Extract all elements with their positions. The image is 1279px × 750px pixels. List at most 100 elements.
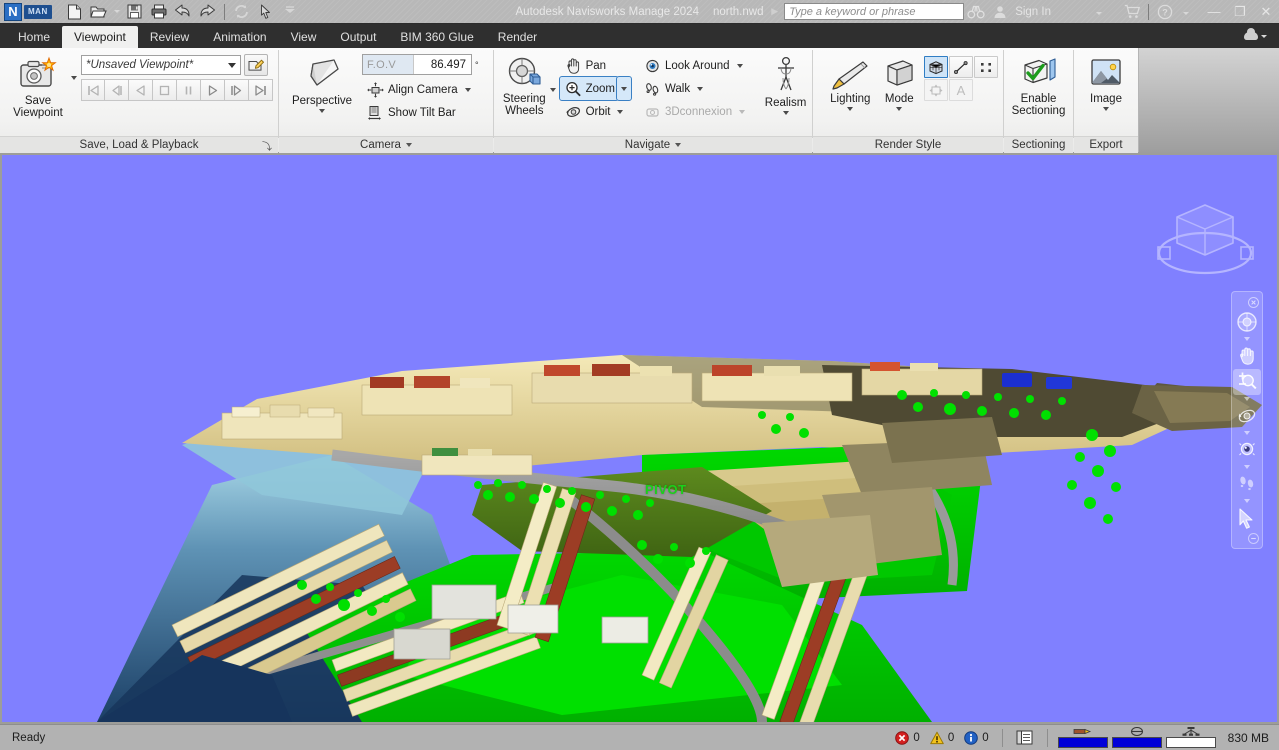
lighting-dropdown-caret [847, 107, 854, 111]
enable-sectioning-button[interactable]: Enable Sectioning [1009, 52, 1068, 117]
title-bar: N MAN Autodesk Navisworks Manage 2024 no… [0, 0, 1279, 24]
cloud-services-button[interactable] [1238, 28, 1273, 42]
fov-label: F.O.V [363, 55, 413, 74]
help-caret[interactable] [1177, 7, 1195, 17]
question-mark-icon[interactable]: ? [1153, 1, 1177, 23]
customize-qat-caret[interactable] [279, 2, 301, 22]
tab-viewpoint[interactable]: Viewpoint [62, 26, 138, 48]
reverse-play-button[interactable] [129, 79, 153, 101]
open-dropdown-caret[interactable] [112, 2, 122, 22]
minimize-button[interactable]: — [1201, 0, 1227, 24]
navbar-close-icon[interactable] [1248, 297, 1259, 308]
edit-viewpoint-icon[interactable] [244, 54, 268, 76]
panel-title-navigate[interactable]: Navigate [494, 136, 812, 153]
navbar-zoom[interactable] [1233, 369, 1261, 395]
navbar-look-around-caret[interactable] [1244, 463, 1250, 471]
steering-wheels-button[interactable]: Steering Wheels [499, 52, 550, 117]
navigation-bar [1231, 291, 1263, 549]
tab-bim360glue[interactable]: BIM 360 Glue [388, 26, 485, 48]
web-progress [1165, 727, 1216, 748]
fov-input[interactable]: F.O.V 86.497 [362, 54, 472, 75]
surfaces-icon[interactable] [924, 56, 948, 78]
image-export-button[interactable]: Image [1079, 52, 1133, 111]
navbar-select[interactable] [1233, 505, 1261, 531]
navbar-look-around[interactable] [1233, 437, 1261, 463]
new-file-icon[interactable] [64, 2, 86, 22]
stop-button[interactable] [153, 79, 177, 101]
realism-button[interactable]: Realism [764, 52, 807, 115]
orbit-button[interactable]: Orbit [560, 100, 631, 123]
show-tilt-bar-button[interactable]: Show Tilt Bar [362, 101, 479, 124]
panel-title-render-style: Render Style [813, 136, 1003, 153]
navbar-steering-wheel[interactable] [1233, 309, 1261, 335]
tab-render[interactable]: Render [486, 26, 549, 48]
walk-caret [697, 86, 704, 91]
sign-in-button[interactable]: Sign In [1012, 6, 1054, 18]
tab-animation[interactable]: Animation [201, 26, 278, 48]
redo-icon[interactable] [196, 2, 218, 22]
warning-count-group[interactable]: 0 [927, 731, 957, 745]
step-forward-button[interactable] [225, 79, 249, 101]
restore-button[interactable]: ❐ [1227, 0, 1253, 24]
3dconnexion-button[interactable]: 3Dconnexion [639, 100, 750, 123]
navbar-zoom-caret[interactable] [1244, 395, 1250, 403]
3d-viewport[interactable]: PIVOT [2, 155, 1277, 722]
file-name-text: north.nwd [712, 5, 764, 18]
panel-title-text: Export [1089, 139, 1123, 151]
navbar-orbit[interactable] [1233, 403, 1261, 429]
tab-home[interactable]: Home [6, 26, 62, 48]
info-count-group[interactable]: 0 [961, 730, 991, 745]
points-icon[interactable] [974, 56, 998, 78]
step-back-button[interactable] [105, 79, 129, 101]
print-icon[interactable] [148, 2, 170, 22]
save-viewpoint-button[interactable]: Save Viewpoint [5, 52, 71, 119]
walk-button[interactable]: Walk [639, 77, 750, 100]
navbar-minimize-icon[interactable] [1248, 533, 1259, 544]
binoculars-icon[interactable] [964, 1, 988, 23]
mode-button[interactable]: Mode [878, 52, 921, 111]
navbar-walk-caret[interactable] [1244, 497, 1250, 505]
navbar-steering-wheel-caret[interactable] [1244, 335, 1250, 343]
tab-output[interactable]: Output [328, 26, 388, 48]
error-count-group[interactable]: 0 [892, 730, 922, 745]
lines-icon[interactable] [949, 56, 973, 78]
shopping-cart-icon[interactable] [1120, 1, 1144, 23]
save-viewpoint-dropdown-caret[interactable] [71, 52, 77, 88]
tab-view[interactable]: View [279, 26, 329, 48]
text-a-icon[interactable]: A [949, 79, 973, 101]
sign-in-caret[interactable] [1054, 7, 1120, 17]
look-around-button[interactable]: Look Around [639, 54, 750, 77]
tab-review[interactable]: Review [138, 26, 201, 48]
undo-icon[interactable] [172, 2, 194, 22]
person-icon[interactable] [988, 1, 1012, 23]
viewpoint-combo[interactable]: *Unsaved Viewpoint* [81, 55, 241, 75]
select-cursor-icon[interactable] [255, 2, 277, 22]
lighting-button[interactable]: Lighting [827, 52, 874, 111]
play-button[interactable] [201, 79, 225, 101]
pause-button[interactable] [177, 79, 201, 101]
zoom-button[interactable]: Zoom [558, 76, 619, 101]
save-icon[interactable] [124, 2, 146, 22]
navbar-pan[interactable] [1233, 343, 1261, 369]
navbar-orbit-caret[interactable] [1244, 429, 1250, 437]
close-button[interactable]: ✕ [1253, 0, 1279, 24]
view-cube[interactable] [1149, 187, 1261, 291]
infocenter-expand-caret[interactable]: ▶ [765, 6, 784, 17]
open-file-icon[interactable] [88, 2, 110, 22]
steering-wheels-dropdown-caret[interactable] [549, 52, 556, 96]
forward-to-end-button[interactable] [249, 79, 273, 101]
dialog-launcher-icon[interactable]: ⤵ [262, 138, 272, 153]
panel-list-icon[interactable] [1013, 728, 1037, 748]
snap-points-icon[interactable] [924, 79, 948, 101]
refresh-icon[interactable] [231, 2, 253, 22]
search-input[interactable]: Type a keyword or phrase [784, 3, 965, 20]
perspective-button[interactable]: Perspective [284, 52, 360, 113]
app-logo[interactable]: N MAN [4, 2, 52, 21]
realism-dropdown-caret [782, 111, 789, 115]
align-camera-button[interactable]: Align Camera [362, 78, 479, 101]
zoom-dropdown-caret[interactable] [615, 76, 632, 101]
panel-title-camera[interactable]: Camera [279, 136, 493, 153]
rewind-to-start-button[interactable] [81, 79, 105, 101]
navbar-walk[interactable] [1233, 471, 1261, 497]
pan-button[interactable]: Pan [560, 54, 631, 77]
